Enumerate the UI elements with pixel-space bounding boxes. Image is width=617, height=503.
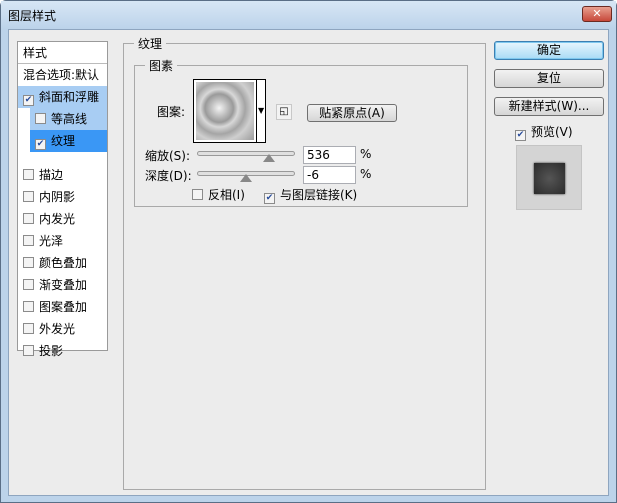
checkbox-icon[interactable] xyxy=(23,169,34,180)
checkbox-icon[interactable] xyxy=(23,257,34,268)
checkbox-icon[interactable]: ✔ xyxy=(23,95,34,106)
preview-label: 预览(V) xyxy=(531,125,573,139)
layer-style-dialog: 图层样式 ✕ 样式 混合选项:默认 ✔ 斜面和浮雕等高线 ✔ 纹理描边内阴影内发光光泽… xyxy=(0,0,617,503)
style-item-label: 斜面和浮雕 xyxy=(39,90,100,104)
style-list-header[interactable]: 样式 xyxy=(18,42,107,64)
texture-group: 纹理 图素 图案: ▼ ◱ 贴紧原点(A) 缩放(S): 536 % 深度(D)… xyxy=(123,35,486,490)
style-item[interactable]: 外发光 xyxy=(18,318,107,340)
style-item-label: 外发光 xyxy=(39,322,76,336)
checkbox-icon[interactable] xyxy=(23,301,34,312)
preview-checkbox[interactable]: ✔ 预览(V) xyxy=(515,123,573,141)
checkbox-icon[interactable] xyxy=(35,113,46,124)
checkbox-icon[interactable] xyxy=(23,191,34,202)
depth-label: 深度(D): xyxy=(145,169,192,183)
depth-percent: % xyxy=(360,167,372,181)
texture-group-title: 纹理 xyxy=(134,35,167,52)
style-item[interactable]: 颜色叠加 xyxy=(18,252,107,274)
checkbox-icon[interactable] xyxy=(23,345,34,356)
style-item-label: 颜色叠加 xyxy=(39,256,88,270)
ok-button[interactable]: 确定 xyxy=(494,41,604,60)
snap-to-origin-button[interactable]: 贴紧原点(A) xyxy=(307,104,397,122)
style-item-label: 图案叠加 xyxy=(39,300,88,314)
style-item-blend-options[interactable]: 混合选项:默认 xyxy=(18,64,107,86)
new-style-button[interactable]: 新建样式(W)... xyxy=(494,97,604,116)
dialog-body: 样式 混合选项:默认 ✔ 斜面和浮雕等高线 ✔ 纹理描边内阴影内发光光泽颜色叠加渐变叠… xyxy=(8,29,609,496)
dropdown-arrow-icon[interactable]: ▼ xyxy=(258,106,264,115)
scale-slider-thumb[interactable] xyxy=(262,154,275,162)
scale-label: 缩放(S): xyxy=(145,149,191,163)
new-preset-icon[interactable]: ◱ xyxy=(276,104,292,120)
scale-slider[interactable] xyxy=(197,151,295,156)
style-item[interactable]: 投影 xyxy=(18,340,107,362)
style-item[interactable]: 内发光 xyxy=(18,208,107,230)
link-with-layer-checkbox[interactable]: ✔ 与图层链接(K) xyxy=(264,186,357,204)
invert-label: 反相(I) xyxy=(208,188,245,202)
checkbox-icon[interactable]: ✔ xyxy=(515,130,526,141)
style-item-label: 内发光 xyxy=(39,212,76,226)
close-button[interactable]: ✕ xyxy=(582,6,612,22)
style-item[interactable]: 内阴影 xyxy=(18,186,107,208)
scale-percent: % xyxy=(360,147,372,161)
style-item-label: 投影 xyxy=(39,344,64,358)
checkbox-icon[interactable]: ✔ xyxy=(35,139,46,150)
style-item[interactable]: 渐变叠加 xyxy=(18,274,107,296)
checkbox-icon[interactable] xyxy=(23,235,34,246)
style-item-label: 描边 xyxy=(39,168,64,182)
style-item-label: 渐变叠加 xyxy=(39,278,88,292)
pattern-swatch xyxy=(196,82,254,140)
pattern-label: 图案: xyxy=(157,105,186,119)
style-item-label: 内阴影 xyxy=(39,190,76,204)
checkbox-icon[interactable]: ✔ xyxy=(264,193,275,204)
link-with-layer-label: 与图层链接(K) xyxy=(280,188,358,202)
title-bar: 图层样式 ✕ xyxy=(1,1,616,29)
style-item[interactable]: 等高线 xyxy=(30,108,107,130)
style-preview xyxy=(516,145,582,210)
scale-input[interactable]: 536 xyxy=(303,146,356,164)
style-item-label: 等高线 xyxy=(51,112,88,126)
style-item-label: 纹理 xyxy=(51,134,76,148)
style-item[interactable]: 光泽 xyxy=(18,230,107,252)
checkbox-icon[interactable] xyxy=(192,189,203,200)
depth-slider-thumb[interactable] xyxy=(239,174,252,182)
style-item[interactable]: ✔ 纹理 xyxy=(30,130,107,152)
elements-group: 图素 图案: ▼ ◱ 贴紧原点(A) 缩放(S): 536 % 深度(D): -… xyxy=(134,57,468,207)
style-item[interactable]: 描边 xyxy=(18,164,107,186)
style-list: 样式 混合选项:默认 ✔ 斜面和浮雕等高线 ✔ 纹理描边内阴影内发光光泽颜色叠加渐变叠… xyxy=(17,41,108,358)
style-item[interactable]: ✔ 斜面和浮雕 xyxy=(18,86,107,108)
reset-button[interactable]: 复位 xyxy=(494,69,604,88)
style-item[interactable]: 图案叠加 xyxy=(18,296,107,318)
elements-group-title: 图素 xyxy=(145,57,178,74)
invert-checkbox[interactable]: 反相(I) xyxy=(192,186,245,203)
pattern-picker[interactable]: ▼ xyxy=(193,79,266,143)
preview-swatch xyxy=(534,163,565,194)
style-item-label: 光泽 xyxy=(39,234,64,248)
checkbox-icon[interactable] xyxy=(23,279,34,290)
dialog-title: 图层样式 xyxy=(8,9,57,23)
checkbox-icon[interactable] xyxy=(23,213,34,224)
checkbox-icon[interactable] xyxy=(23,323,34,334)
depth-input[interactable]: -6 xyxy=(303,166,356,184)
